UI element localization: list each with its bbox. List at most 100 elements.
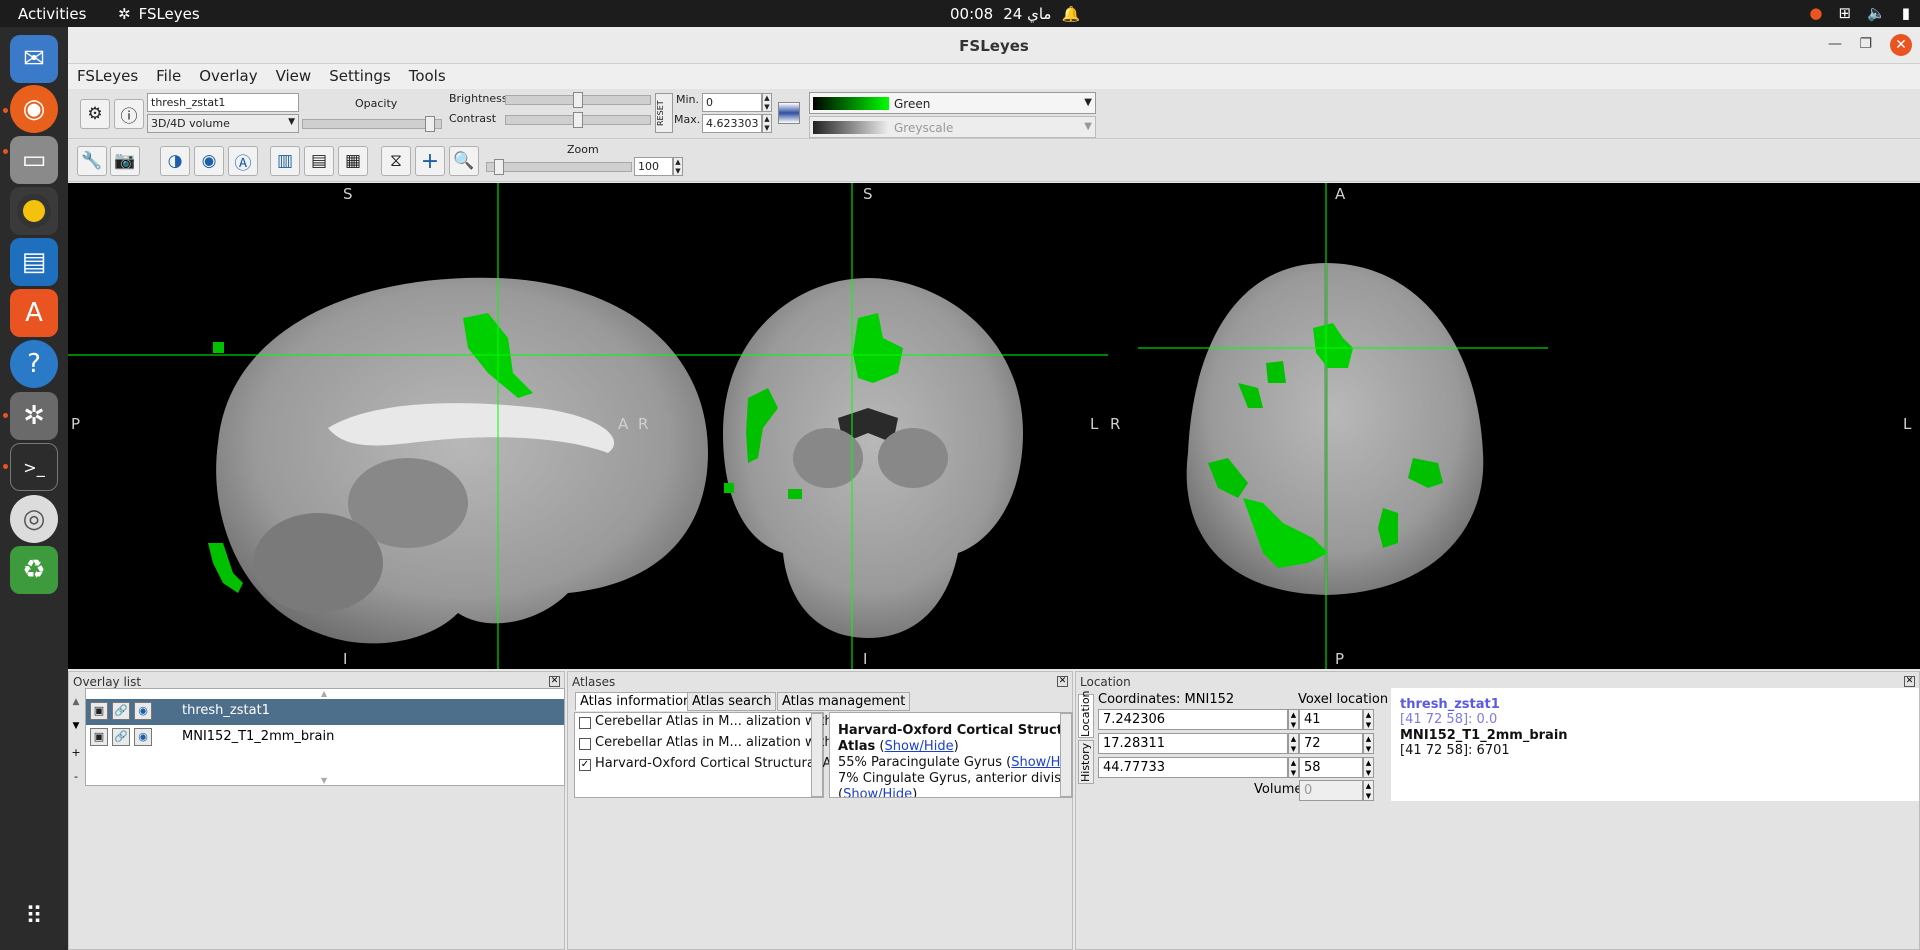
overlay-type-select[interactable]: 3D/4D volume ▼ [147,114,299,133]
close-panel-icon[interactable]: ✕ [1057,676,1068,687]
remove-overlay-icon[interactable]: - [70,770,82,790]
tab-atlas-search[interactable]: Atlas search [687,692,777,711]
tab-atlas-information[interactable]: Atlas information [575,692,697,711]
coord-x-field[interactable]: 7.242306 [1098,709,1288,730]
max-spinner[interactable]: ▲ ▼ [762,114,772,133]
atlas-checkbox[interactable] [579,738,591,750]
max-value-field[interactable]: 4.623303 [702,114,762,133]
scroll-up-icon[interactable]: ▲ [321,689,327,698]
disc-icon[interactable]: ◎ [10,495,58,543]
close-panel-icon[interactable]: ✕ [1904,676,1915,687]
sagittal-view-icon[interactable]: ◑ [160,146,190,176]
atlas-info-scrollbar[interactable] [1060,713,1072,797]
voxel-y-spinner[interactable]: ▲ ▼ [1363,733,1374,754]
coord-y-spinner[interactable]: ▲ ▼ [1288,733,1299,754]
grid-layout-icon[interactable]: ▦ [338,146,368,176]
eye-icon[interactable]: ◉ [134,728,152,746]
add-overlay-icon[interactable]: + [70,746,82,766]
link-icon[interactable]: 🔗 [112,702,130,720]
movie-mode-icon[interactable]: ⧖ [381,146,411,176]
tab-history[interactable]: History [1078,740,1094,784]
terminal-icon[interactable]: >_ [10,443,58,491]
zoom-value-field[interactable]: 100 [634,157,673,176]
link-icon[interactable]: 🔗 [112,728,130,746]
overlay-name-field[interactable]: thresh_zstat1 [147,93,299,112]
menu-file[interactable]: File [147,64,190,89]
volume-spinner[interactable]: ▲ ▼ [1363,780,1374,801]
move-up-icon[interactable]: ▲ [70,697,82,717]
overlay-row[interactable]: ▣ 🔗 ◉ MNI152_T1_2mm_brain [86,725,564,751]
rhythmbox-icon[interactable] [10,187,58,235]
atlas-list-scrollbar[interactable] [811,713,823,797]
crosshair-icon[interactable]: + [415,146,445,176]
zoom-spinner[interactable]: ▲ ▼ [673,157,683,176]
volume-field[interactable]: 0 [1299,780,1363,801]
menu-view[interactable]: View [267,64,321,89]
coord-y-field[interactable]: 17.28311 [1098,733,1288,754]
contrast-slider[interactable] [505,112,651,128]
minimize-icon[interactable]: — [1828,36,1842,52]
zoom-knob[interactable] [494,159,504,175]
software-icon[interactable]: A [10,289,58,337]
brain-slices[interactable] [68,183,1920,669]
axial-slice[interactable] [1138,183,1548,669]
activities-button[interactable]: Activities [18,5,86,23]
coord-x-spinner[interactable]: ▲ ▼ [1288,709,1299,730]
clock[interactable]: 00:08 ماي 24 🔔 [950,5,1080,23]
opacity-slider[interactable] [302,116,442,132]
writer-icon[interactable]: ▤ [10,238,58,286]
show-hide-link[interactable]: Show/Hide [884,739,953,754]
overlay-row[interactable]: ▣ 🔗 ◉ thresh_zstat1 [86,699,564,725]
help-icon[interactable]: ? [10,340,58,388]
invert-colormap-icon[interactable] [778,102,800,124]
voxel-z-spinner[interactable]: ▲ ▼ [1363,757,1374,778]
info-icon[interactable]: ⓘ [114,99,144,129]
camera-icon[interactable]: 📷 [110,146,140,176]
coord-z-spinner[interactable]: ▲ ▼ [1288,757,1299,778]
trash-icon[interactable]: ♻ [10,546,58,594]
min-spinner[interactable]: ▲ ▼ [762,93,772,112]
maximize-icon[interactable]: ❐ [1859,36,1872,52]
sagittal-slice[interactable] [68,183,708,669]
app-grid-icon[interactable]: ⠿ [10,892,58,940]
horizontal-layout-icon[interactable]: ▥ [270,146,300,176]
gear-icon[interactable]: ⚙ [80,99,110,129]
system-tray[interactable]: ● ⊞ 🔈 ▮ [1809,4,1910,22]
brightness-knob[interactable] [573,92,583,108]
brightness-slider[interactable] [505,92,651,108]
voxel-x-spinner[interactable]: ▲ ▼ [1363,709,1374,730]
close-window-button[interactable]: ✕ [1890,34,1912,56]
move-down-icon[interactable]: ▼ [70,721,82,741]
files-icon[interactable]: ▭ [10,136,58,184]
min-value-field[interactable]: 0 [702,93,762,112]
save-icon[interactable]: ▣ [90,728,108,746]
coronal-view-icon[interactable]: ◉ [194,146,224,176]
negative-colormap-select[interactable]: Greyscale ▼ [809,116,1096,138]
eye-icon[interactable]: ◉ [134,702,152,720]
coord-z-field[interactable]: 44.77733 [1098,757,1288,778]
contrast-knob[interactable] [573,112,583,128]
atlas-checkbox-checked[interactable]: ✓ [579,759,591,771]
vertical-layout-icon[interactable]: ▤ [304,146,334,176]
reset-button[interactable]: RESET [655,93,673,133]
colormap-select[interactable]: Green ▼ [809,92,1096,114]
axial-view-icon[interactable]: Ⓐ [228,146,258,176]
app-menu[interactable]: ✲ FSLeyes [118,5,200,23]
zoom-slider[interactable] [486,159,632,175]
voxel-x-field[interactable]: 41 [1299,709,1363,730]
opacity-knob[interactable] [425,116,435,132]
firefox-icon[interactable]: ◉ [10,85,58,133]
menu-tools[interactable]: Tools [400,64,455,89]
tab-atlas-management[interactable]: Atlas management [777,692,911,711]
zoom-icon[interactable]: 🔍 [449,146,479,176]
ortho-view-canvas[interactable]: S I P A S I R L A P R L [68,183,1920,669]
voxel-y-field[interactable]: 72 [1299,733,1363,754]
tab-location[interactable]: Location [1078,690,1094,738]
fsleyes-dock-icon[interactable]: ✲ [10,392,58,440]
thunderbird-icon[interactable]: ✉ [10,35,58,83]
show-hide-link[interactable]: Show/Hide [843,787,912,797]
menu-overlay[interactable]: Overlay [190,64,266,89]
wrench-icon[interactable]: 🔧 [77,146,107,176]
menu-fsleyes[interactable]: FSLeyes [68,64,147,89]
menu-settings[interactable]: Settings [320,64,400,89]
